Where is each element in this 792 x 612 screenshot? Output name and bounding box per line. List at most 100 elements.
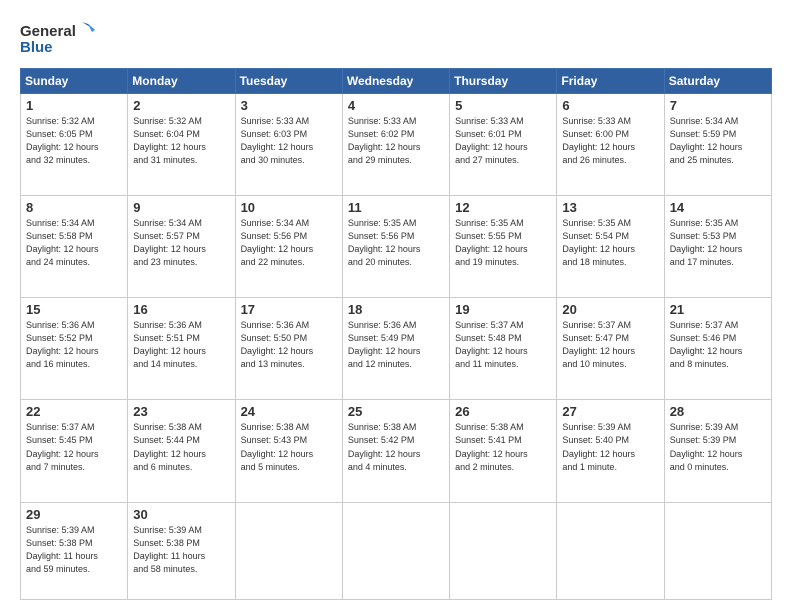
col-header-saturday: Saturday xyxy=(664,69,771,94)
calendar-cell: 20 Sunrise: 5:37 AMSunset: 5:47 PMDayligh… xyxy=(557,298,664,400)
col-header-thursday: Thursday xyxy=(450,69,557,94)
calendar-cell: 27 Sunrise: 5:39 AMSunset: 5:40 PMDayligh… xyxy=(557,400,664,502)
calendar-cell: 26Sunrise: 5:38 AMSunset: 5:41 PMDayligh… xyxy=(450,400,557,502)
day-number: 28 xyxy=(670,404,766,419)
calendar-cell: 5 Sunrise: 5:33 AMSunset: 6:01 PMDaylight… xyxy=(450,94,557,196)
cell-details: Sunrise: 5:34 AMSunset: 5:58 PMDaylight:… xyxy=(26,217,122,269)
cell-details: Sunrise: 5:33 AMSunset: 6:01 PMDaylight:… xyxy=(455,115,551,167)
calendar-cell: 7 Sunrise: 5:34 AMSunset: 5:59 PMDaylight… xyxy=(664,94,771,196)
day-number: 19 xyxy=(455,302,551,317)
col-header-wednesday: Wednesday xyxy=(342,69,449,94)
day-number: 22 xyxy=(26,404,122,419)
calendar-cell: 18 Sunrise: 5:36 AMSunset: 5:49 PMDayligh… xyxy=(342,298,449,400)
cell-details: Sunrise: 5:39 AMSunset: 5:38 PMDaylight:… xyxy=(26,524,122,576)
day-number: 25 xyxy=(348,404,444,419)
calendar-cell: 15Sunrise: 5:36 AMSunset: 5:52 PMDayligh… xyxy=(21,298,128,400)
calendar-cell: 16 Sunrise: 5:36 AMSunset: 5:51 PMDayligh… xyxy=(128,298,235,400)
cell-details: Sunrise: 5:39 AMSunset: 5:40 PMDaylight:… xyxy=(562,421,658,473)
day-number: 13 xyxy=(562,200,658,215)
day-number: 27 xyxy=(562,404,658,419)
calendar-cell: 2 Sunrise: 5:32 AMSunset: 6:04 PMDaylight… xyxy=(128,94,235,196)
calendar-cell: 6Sunrise: 5:33 AMSunset: 6:00 PMDaylight… xyxy=(557,94,664,196)
header: GeneralBlue xyxy=(20,18,772,58)
calendar-cell: 17 Sunrise: 5:36 AMSunset: 5:50 PMDayligh… xyxy=(235,298,342,400)
calendar-cell xyxy=(342,502,449,599)
cell-details: Sunrise: 5:37 AMSunset: 5:45 PMDaylight:… xyxy=(26,421,122,473)
calendar-table: SundayMondayTuesdayWednesdayThursdayFrid… xyxy=(20,68,772,600)
calendar-cell: 19 Sunrise: 5:37 AMSunset: 5:48 PMDayligh… xyxy=(450,298,557,400)
cell-details: Sunrise: 5:38 AMSunset: 5:44 PMDaylight:… xyxy=(133,421,229,473)
calendar-cell: 10 Sunrise: 5:34 AMSunset: 5:56 PMDayligh… xyxy=(235,196,342,298)
cell-details: Sunrise: 5:39 AMSunset: 5:39 PMDaylight:… xyxy=(670,421,766,473)
cell-details: Sunrise: 5:32 AMSunset: 6:05 PMDaylight:… xyxy=(26,115,122,167)
cell-details: Sunrise: 5:34 AMSunset: 5:57 PMDaylight:… xyxy=(133,217,229,269)
calendar-cell: 30 Sunrise: 5:39 AMSunset: 5:38 PMDayligh… xyxy=(128,502,235,599)
cell-details: Sunrise: 5:34 AMSunset: 5:56 PMDaylight:… xyxy=(241,217,337,269)
day-number: 18 xyxy=(348,302,444,317)
calendar-cell xyxy=(557,502,664,599)
cell-details: Sunrise: 5:35 AMSunset: 5:53 PMDaylight:… xyxy=(670,217,766,269)
calendar-cell: 8 Sunrise: 5:34 AMSunset: 5:58 PMDaylight… xyxy=(21,196,128,298)
calendar-cell: 12 Sunrise: 5:35 AMSunset: 5:55 PMDayligh… xyxy=(450,196,557,298)
calendar-cell: 21 Sunrise: 5:37 AMSunset: 5:46 PMDayligh… xyxy=(664,298,771,400)
col-header-monday: Monday xyxy=(128,69,235,94)
day-number: 12 xyxy=(455,200,551,215)
cell-details: Sunrise: 5:35 AMSunset: 5:54 PMDaylight:… xyxy=(562,217,658,269)
day-number: 7 xyxy=(670,98,766,113)
calendar-cell xyxy=(450,502,557,599)
cell-details: Sunrise: 5:37 AMSunset: 5:47 PMDaylight:… xyxy=(562,319,658,371)
day-number: 2 xyxy=(133,98,229,113)
day-number: 30 xyxy=(133,507,229,522)
calendar-cell: 28 Sunrise: 5:39 AMSunset: 5:39 PMDayligh… xyxy=(664,400,771,502)
day-number: 20 xyxy=(562,302,658,317)
cell-details: Sunrise: 5:38 AMSunset: 5:42 PMDaylight:… xyxy=(348,421,444,473)
col-header-sunday: Sunday xyxy=(21,69,128,94)
day-number: 9 xyxy=(133,200,229,215)
calendar-cell: 13 Sunrise: 5:35 AMSunset: 5:54 PMDayligh… xyxy=(557,196,664,298)
col-header-friday: Friday xyxy=(557,69,664,94)
cell-details: Sunrise: 5:32 AMSunset: 6:04 PMDaylight:… xyxy=(133,115,229,167)
cell-details: Sunrise: 5:36 AMSunset: 5:50 PMDaylight:… xyxy=(241,319,337,371)
day-number: 21 xyxy=(670,302,766,317)
cell-details: Sunrise: 5:37 AMSunset: 5:46 PMDaylight:… xyxy=(670,319,766,371)
calendar-cell: 23 Sunrise: 5:38 AMSunset: 5:44 PMDayligh… xyxy=(128,400,235,502)
col-header-tuesday: Tuesday xyxy=(235,69,342,94)
cell-details: Sunrise: 5:36 AMSunset: 5:49 PMDaylight:… xyxy=(348,319,444,371)
day-number: 8 xyxy=(26,200,122,215)
svg-text:General: General xyxy=(20,23,76,40)
page: GeneralBlue SundayMondayTuesdayWednesday… xyxy=(0,0,792,612)
cell-details: Sunrise: 5:34 AMSunset: 5:59 PMDaylight:… xyxy=(670,115,766,167)
day-number: 17 xyxy=(241,302,337,317)
day-number: 15 xyxy=(26,302,122,317)
cell-details: Sunrise: 5:35 AMSunset: 5:55 PMDaylight:… xyxy=(455,217,551,269)
svg-text:Blue: Blue xyxy=(20,39,53,56)
calendar-cell: 29 Sunrise: 5:39 AMSunset: 5:38 PMDayligh… xyxy=(21,502,128,599)
calendar-cell: 14Sunrise: 5:35 AMSunset: 5:53 PMDayligh… xyxy=(664,196,771,298)
logo: GeneralBlue xyxy=(20,18,100,58)
day-number: 16 xyxy=(133,302,229,317)
calendar-cell: 24 Sunrise: 5:38 AMSunset: 5:43 PMDayligh… xyxy=(235,400,342,502)
calendar-cell xyxy=(664,502,771,599)
logo-svg: GeneralBlue xyxy=(20,18,100,58)
day-number: 3 xyxy=(241,98,337,113)
day-number: 4 xyxy=(348,98,444,113)
cell-details: Sunrise: 5:33 AMSunset: 6:03 PMDaylight:… xyxy=(241,115,337,167)
day-number: 11 xyxy=(348,200,444,215)
cell-details: Sunrise: 5:35 AMSunset: 5:56 PMDaylight:… xyxy=(348,217,444,269)
day-number: 10 xyxy=(241,200,337,215)
cell-details: Sunrise: 5:38 AMSunset: 5:43 PMDaylight:… xyxy=(241,421,337,473)
day-number: 5 xyxy=(455,98,551,113)
cell-details: Sunrise: 5:33 AMSunset: 6:02 PMDaylight:… xyxy=(348,115,444,167)
cell-details: Sunrise: 5:37 AMSunset: 5:48 PMDaylight:… xyxy=(455,319,551,371)
day-number: 24 xyxy=(241,404,337,419)
calendar-cell: 9 Sunrise: 5:34 AMSunset: 5:57 PMDaylight… xyxy=(128,196,235,298)
day-number: 23 xyxy=(133,404,229,419)
cell-details: Sunrise: 5:36 AMSunset: 5:51 PMDaylight:… xyxy=(133,319,229,371)
day-number: 29 xyxy=(26,507,122,522)
calendar-cell: 11 Sunrise: 5:35 AMSunset: 5:56 PMDayligh… xyxy=(342,196,449,298)
calendar-cell: 25 Sunrise: 5:38 AMSunset: 5:42 PMDayligh… xyxy=(342,400,449,502)
calendar-cell: 3 Sunrise: 5:33 AMSunset: 6:03 PMDaylight… xyxy=(235,94,342,196)
cell-details: Sunrise: 5:39 AMSunset: 5:38 PMDaylight:… xyxy=(133,524,229,576)
calendar-cell xyxy=(235,502,342,599)
cell-details: Sunrise: 5:38 AMSunset: 5:41 PMDaylight:… xyxy=(455,421,551,473)
